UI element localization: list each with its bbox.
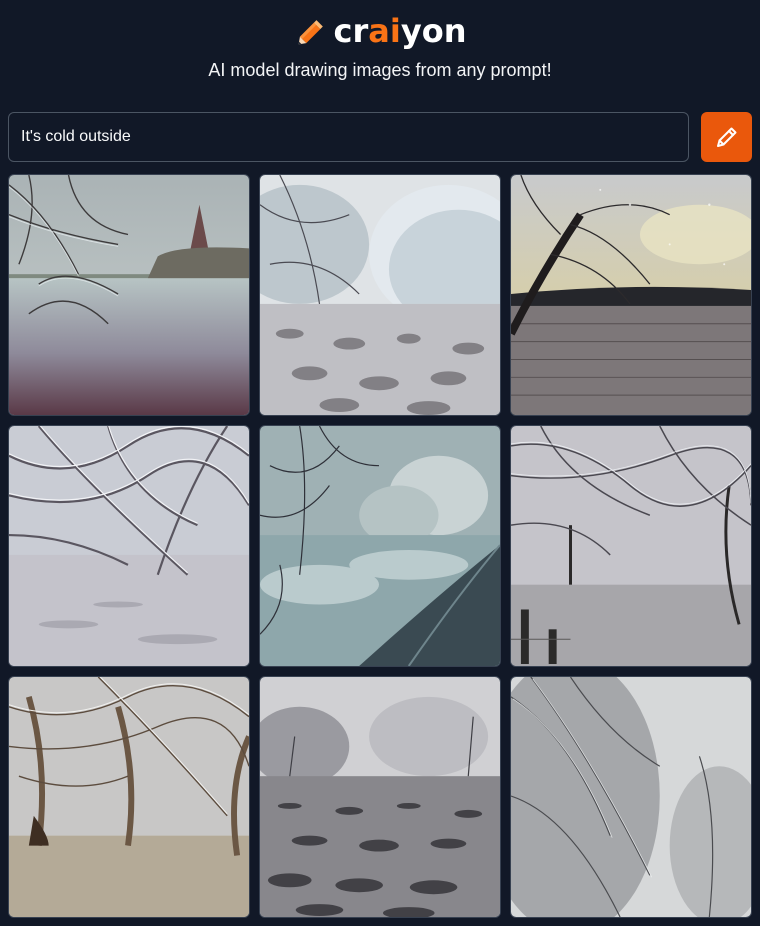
results-grid [8,174,752,918]
logo[interactable]: craiyon [0,10,760,52]
winter-scene-image [9,677,249,917]
winter-scene-image [9,175,249,415]
prompt-input[interactable] [8,112,689,162]
tagline: AI model drawing images from any prompt! [208,60,552,80]
logo-text-accent: ai [368,12,401,50]
result-image-5[interactable] [259,425,501,667]
winter-scene-image [9,426,249,666]
logo-text-part-1: cr [333,12,369,50]
draw-button[interactable] [701,112,752,162]
result-image-9[interactable] [510,676,752,918]
result-image-2[interactable] [259,174,501,416]
winter-scene-image [511,677,751,917]
result-image-4[interactable] [8,425,250,667]
result-image-6[interactable] [510,425,752,667]
result-image-8[interactable] [259,676,501,918]
logo-text-part-3: yon [400,12,467,50]
logo-wordmark: craiyon [334,12,467,50]
winter-scene-image [260,426,500,666]
pencil-icon [298,20,323,45]
winter-scene-image [511,175,751,415]
result-image-1[interactable] [8,174,250,416]
result-image-3[interactable] [510,174,752,416]
pencil-icon [716,127,736,147]
winter-scene-image [260,175,500,415]
result-image-7[interactable] [8,676,250,918]
page: craiyon AI model drawing images from any… [0,0,760,926]
winter-scene-image [511,426,751,666]
winter-scene-image [260,677,500,917]
